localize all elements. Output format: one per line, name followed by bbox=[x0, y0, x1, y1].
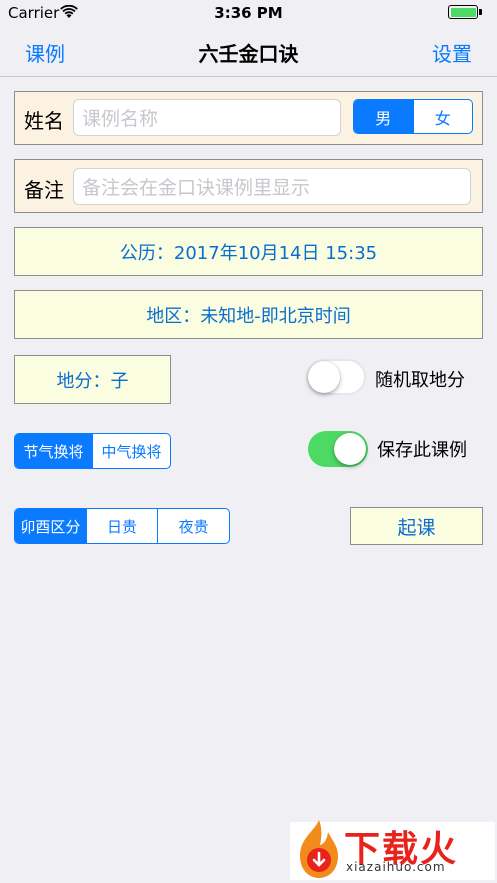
switch-knob bbox=[334, 433, 366, 465]
switch-knob bbox=[308, 361, 340, 393]
maoyou-option[interactable]: 卯酉区分 bbox=[15, 509, 86, 543]
region-button[interactable]: 地区：未知地-即北京时间 bbox=[14, 290, 483, 339]
jieqi-segmented-control: 节气换将 中气换将 bbox=[14, 433, 171, 469]
difen-button[interactable]: 地分：子 bbox=[14, 355, 171, 404]
note-label: 备注 bbox=[24, 178, 64, 202]
jieqi-option[interactable]: 节气换将 bbox=[15, 434, 92, 468]
battery-tip bbox=[479, 9, 482, 15]
watermark-url: xiazaihuo.com bbox=[346, 860, 446, 874]
battery-icon bbox=[448, 5, 478, 19]
flame-logo-icon bbox=[300, 820, 338, 878]
random-difen-label: 随机取地分 bbox=[375, 370, 465, 391]
gender-female-option[interactable]: 女 bbox=[412, 100, 473, 133]
name-label: 姓名 bbox=[24, 109, 64, 133]
random-difen-switch[interactable] bbox=[306, 359, 366, 395]
status-time: 3:36 PM bbox=[214, 4, 283, 22]
settings-button[interactable]: 设置 bbox=[432, 38, 472, 67]
start-button[interactable]: 起课 bbox=[350, 507, 483, 545]
gender-segmented-control: 男 女 bbox=[353, 99, 473, 134]
night-guiren-option[interactable]: 夜贵 bbox=[157, 509, 229, 543]
gender-male-option[interactable]: 男 bbox=[354, 100, 413, 133]
note-input[interactable]: 备注会在金口诀课例里显示 bbox=[73, 168, 471, 205]
date-button[interactable]: 公历：2017年10月14日 15:35 bbox=[14, 227, 483, 276]
day-guiren-option[interactable]: 日贵 bbox=[85, 509, 158, 543]
zhongqi-option[interactable]: 中气换将 bbox=[92, 434, 170, 468]
save-case-switch[interactable] bbox=[308, 431, 368, 467]
guiren-segmented-control: 卯酉区分 日贵 夜贵 bbox=[14, 508, 230, 544]
page-title: 六壬金口诀 bbox=[198, 42, 299, 66]
name-input[interactable]: 课例名称 bbox=[73, 99, 341, 136]
save-case-label: 保存此课例 bbox=[377, 440, 467, 461]
